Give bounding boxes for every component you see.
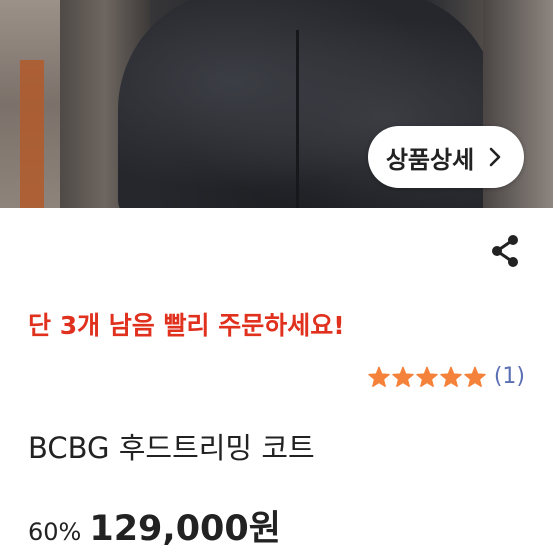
product-title: BCBG 후드트리밍 코트 xyxy=(28,431,315,465)
chevron-right-icon xyxy=(489,147,501,167)
rating[interactable]: (1) xyxy=(368,364,525,389)
stock-notice: 단 3개 남음 빨리 주문하세요! xyxy=(28,311,345,340)
star-icon xyxy=(416,366,438,387)
star-icon xyxy=(440,366,462,387)
background-coat-accent xyxy=(20,60,44,208)
coat-zipper xyxy=(296,30,299,208)
product-image[interactable]: 상품상세 xyxy=(0,0,553,208)
review-count[interactable]: (1) xyxy=(494,364,525,389)
discount-rate: 60% xyxy=(28,518,82,546)
rating-stars xyxy=(368,366,486,388)
star-icon xyxy=(464,366,486,387)
star-icon xyxy=(392,366,414,387)
product-detail-button[interactable]: 상품상세 xyxy=(368,126,524,188)
price: 129,000원 xyxy=(89,509,281,549)
product-page: 상품상세 단 3개 남음 빨리 주문하세요! (1) BCBG 후드트리밍 코트… xyxy=(0,0,553,553)
price-row: 60% 129,000원 xyxy=(28,500,281,551)
star-icon xyxy=(368,366,390,387)
share-icon[interactable] xyxy=(486,232,524,270)
product-detail-label: 상품상세 xyxy=(385,145,475,174)
